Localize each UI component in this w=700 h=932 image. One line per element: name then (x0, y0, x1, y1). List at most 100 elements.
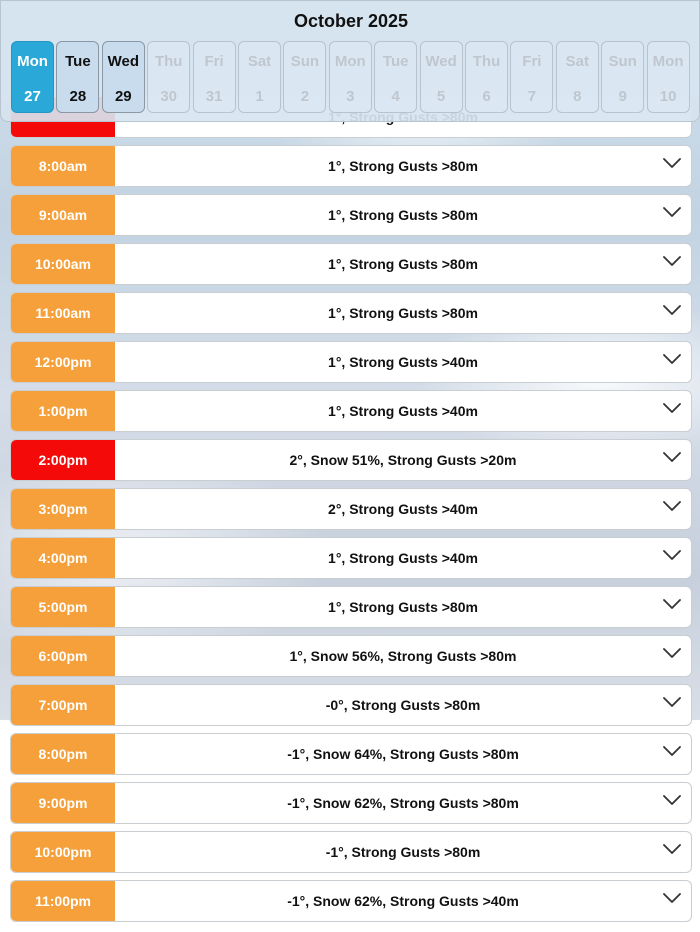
day-date: 10 (659, 88, 677, 105)
date-picker-header: October 2025 Mon 27 Tue 28 Wed 29 Thu 30 Fri 31 Sa… (0, 0, 700, 122)
chevron-down-icon[interactable] (663, 499, 681, 511)
hour-time: 8:00pm (11, 734, 115, 774)
hour-time: 10:00pm (11, 832, 115, 872)
day-button: Fri 7 (510, 41, 554, 113)
day-name: Tue (382, 53, 409, 70)
day-date: 3 (346, 88, 355, 105)
day-date: 29 (114, 88, 132, 105)
day-button: Sat 1 (238, 41, 281, 113)
day-date: 8 (573, 88, 582, 105)
hour-description: -0°, Strong Gusts >80m (325, 697, 481, 713)
day-date: 1 (255, 88, 264, 105)
hour-time: 8:00am (11, 146, 115, 186)
hour-description: 1°, Snow 56%, Strong Gusts >80m (289, 648, 517, 664)
hour-time: 11:00pm (11, 881, 115, 921)
chevron-down-icon[interactable] (663, 548, 681, 560)
day-date: 4 (391, 88, 400, 105)
day-date: 31 (205, 88, 223, 105)
hour-time: 6:00pm (11, 636, 115, 676)
day-name: Wed (425, 53, 457, 70)
hour-row[interactable]: 5:00pm 1°, Strong Gusts >80m (10, 586, 692, 628)
day-button[interactable]: Mon 27 (11, 41, 54, 113)
day-date: 2 (300, 88, 310, 105)
day-date: 27 (24, 88, 41, 105)
chevron-down-icon[interactable] (663, 254, 681, 266)
day-date: 6 (482, 88, 491, 105)
day-name: Sat (247, 53, 272, 70)
hour-row[interactable]: 8:00am 1°, Strong Gusts >80m (10, 145, 692, 187)
hour-time: 4:00pm (11, 538, 115, 578)
day-button: Mon 10 (646, 41, 690, 113)
chevron-down-icon[interactable] (663, 352, 681, 364)
hour-row[interactable]: 11:00pm -1°, Snow 62%, Strong Gusts >40m (10, 880, 692, 922)
hour-row[interactable]: 10:00pm -1°, Strong Gusts >80m (10, 831, 692, 873)
chevron-down-icon[interactable] (663, 891, 681, 903)
day-button: Sat 8 (555, 41, 599, 113)
day-name: Sun (608, 53, 637, 70)
hour-description: 1°, Strong Gusts >80m (328, 305, 478, 321)
hour-time: 3:00pm (11, 489, 115, 529)
hour-row[interactable]: 2:00pm 2°, Snow 51%, Strong Gusts >20m (10, 439, 692, 481)
chevron-down-icon[interactable] (663, 401, 681, 413)
chevron-down-icon[interactable] (663, 303, 681, 315)
day-date: 30 (160, 88, 178, 105)
hour-row[interactable]: 3:00pm 2°, Strong Gusts >40m (10, 488, 692, 530)
day-button: Fri 31 (192, 41, 236, 113)
hour-row[interactable]: 9:00am 1°, Strong Gusts >80m (10, 194, 692, 236)
day-date: 9 (618, 88, 627, 105)
chevron-down-icon[interactable] (663, 205, 681, 217)
hour-description: 1°, Strong Gusts >80m (328, 599, 478, 615)
chevron-down-icon[interactable] (663, 597, 681, 609)
day-name: Sat (565, 53, 589, 70)
hour-description: 2°, Strong Gusts >40m (328, 501, 478, 517)
hour-time: 5:00pm (11, 587, 115, 627)
day-date: 7 (527, 88, 537, 105)
day-name: Thu (154, 53, 183, 70)
hour-time: 7:00pm (11, 685, 115, 725)
hour-time: 1:00pm (11, 391, 115, 431)
hour-row[interactable]: 6:00pm 1°, Snow 56%, Strong Gusts >80m (10, 635, 692, 677)
chevron-down-icon[interactable] (663, 842, 681, 854)
hour-row[interactable]: 7:00pm -0°, Strong Gusts >80m (10, 684, 692, 726)
hour-time: 11:00am (11, 293, 115, 333)
hour-row[interactable]: 12:00pm 1°, Strong Gusts >40m (10, 341, 692, 383)
day-name: Thu (472, 53, 501, 70)
day-button: Sun 9 (601, 41, 645, 113)
hour-description: -1°, Strong Gusts >80m (325, 844, 481, 860)
hour-row[interactable]: 4:00pm 1°, Strong Gusts >40m (10, 537, 692, 579)
day-name: Mon (17, 53, 48, 70)
chevron-down-icon[interactable] (663, 695, 681, 707)
chevron-down-icon[interactable] (663, 646, 681, 658)
chevron-down-icon[interactable] (663, 793, 681, 805)
hour-time: 2:00pm (11, 440, 115, 480)
day-button: Thu 30 (147, 41, 191, 113)
chevron-down-icon[interactable] (663, 744, 681, 756)
day-name: Mon (652, 53, 684, 70)
day-name: Tue (65, 53, 91, 70)
hour-description: 1°, Strong Gusts >80m (328, 158, 478, 174)
month-label: October 2025 (293, 11, 409, 31)
hour-description: 1°, Strong Gusts >40m (328, 550, 478, 566)
day-button: Mon 3 (328, 41, 372, 113)
hour-description: 1°, Strong Gusts >40m (328, 354, 478, 370)
hour-row[interactable]: 10:00am 1°, Strong Gusts >80m (10, 243, 692, 285)
day-name: Wed (107, 53, 139, 70)
hour-row[interactable]: 11:00am 1°, Strong Gusts >80m (10, 292, 692, 334)
chevron-down-icon[interactable] (663, 450, 681, 462)
chevron-down-icon[interactable] (663, 156, 681, 168)
day-button: Sun 2 (283, 41, 327, 113)
hour-time: 10:00am (11, 244, 115, 284)
day-button: Thu 6 (465, 41, 508, 113)
day-button: Tue 4 (374, 41, 418, 113)
hour-row[interactable]: 8:00pm -1°, Snow 64%, Strong Gusts >80m (10, 733, 692, 775)
hour-time: 9:00pm (11, 783, 115, 823)
hour-description: 2°, Snow 51%, Strong Gusts >20m (289, 452, 517, 468)
hour-time: 9:00am (11, 195, 115, 235)
day-button[interactable]: Wed 29 (101, 41, 145, 113)
hour-description: 1°, Strong Gusts >80m (328, 256, 478, 272)
hour-description: -1°, Snow 64%, Strong Gusts >80m (287, 746, 519, 762)
hour-row[interactable]: 1:00pm 1°, Strong Gusts >40m (10, 390, 692, 432)
day-button[interactable]: Tue 28 (56, 41, 100, 113)
hour-time: 12:00pm (11, 342, 115, 382)
hour-row[interactable]: 9:00pm -1°, Snow 62%, Strong Gusts >80m (10, 782, 692, 824)
